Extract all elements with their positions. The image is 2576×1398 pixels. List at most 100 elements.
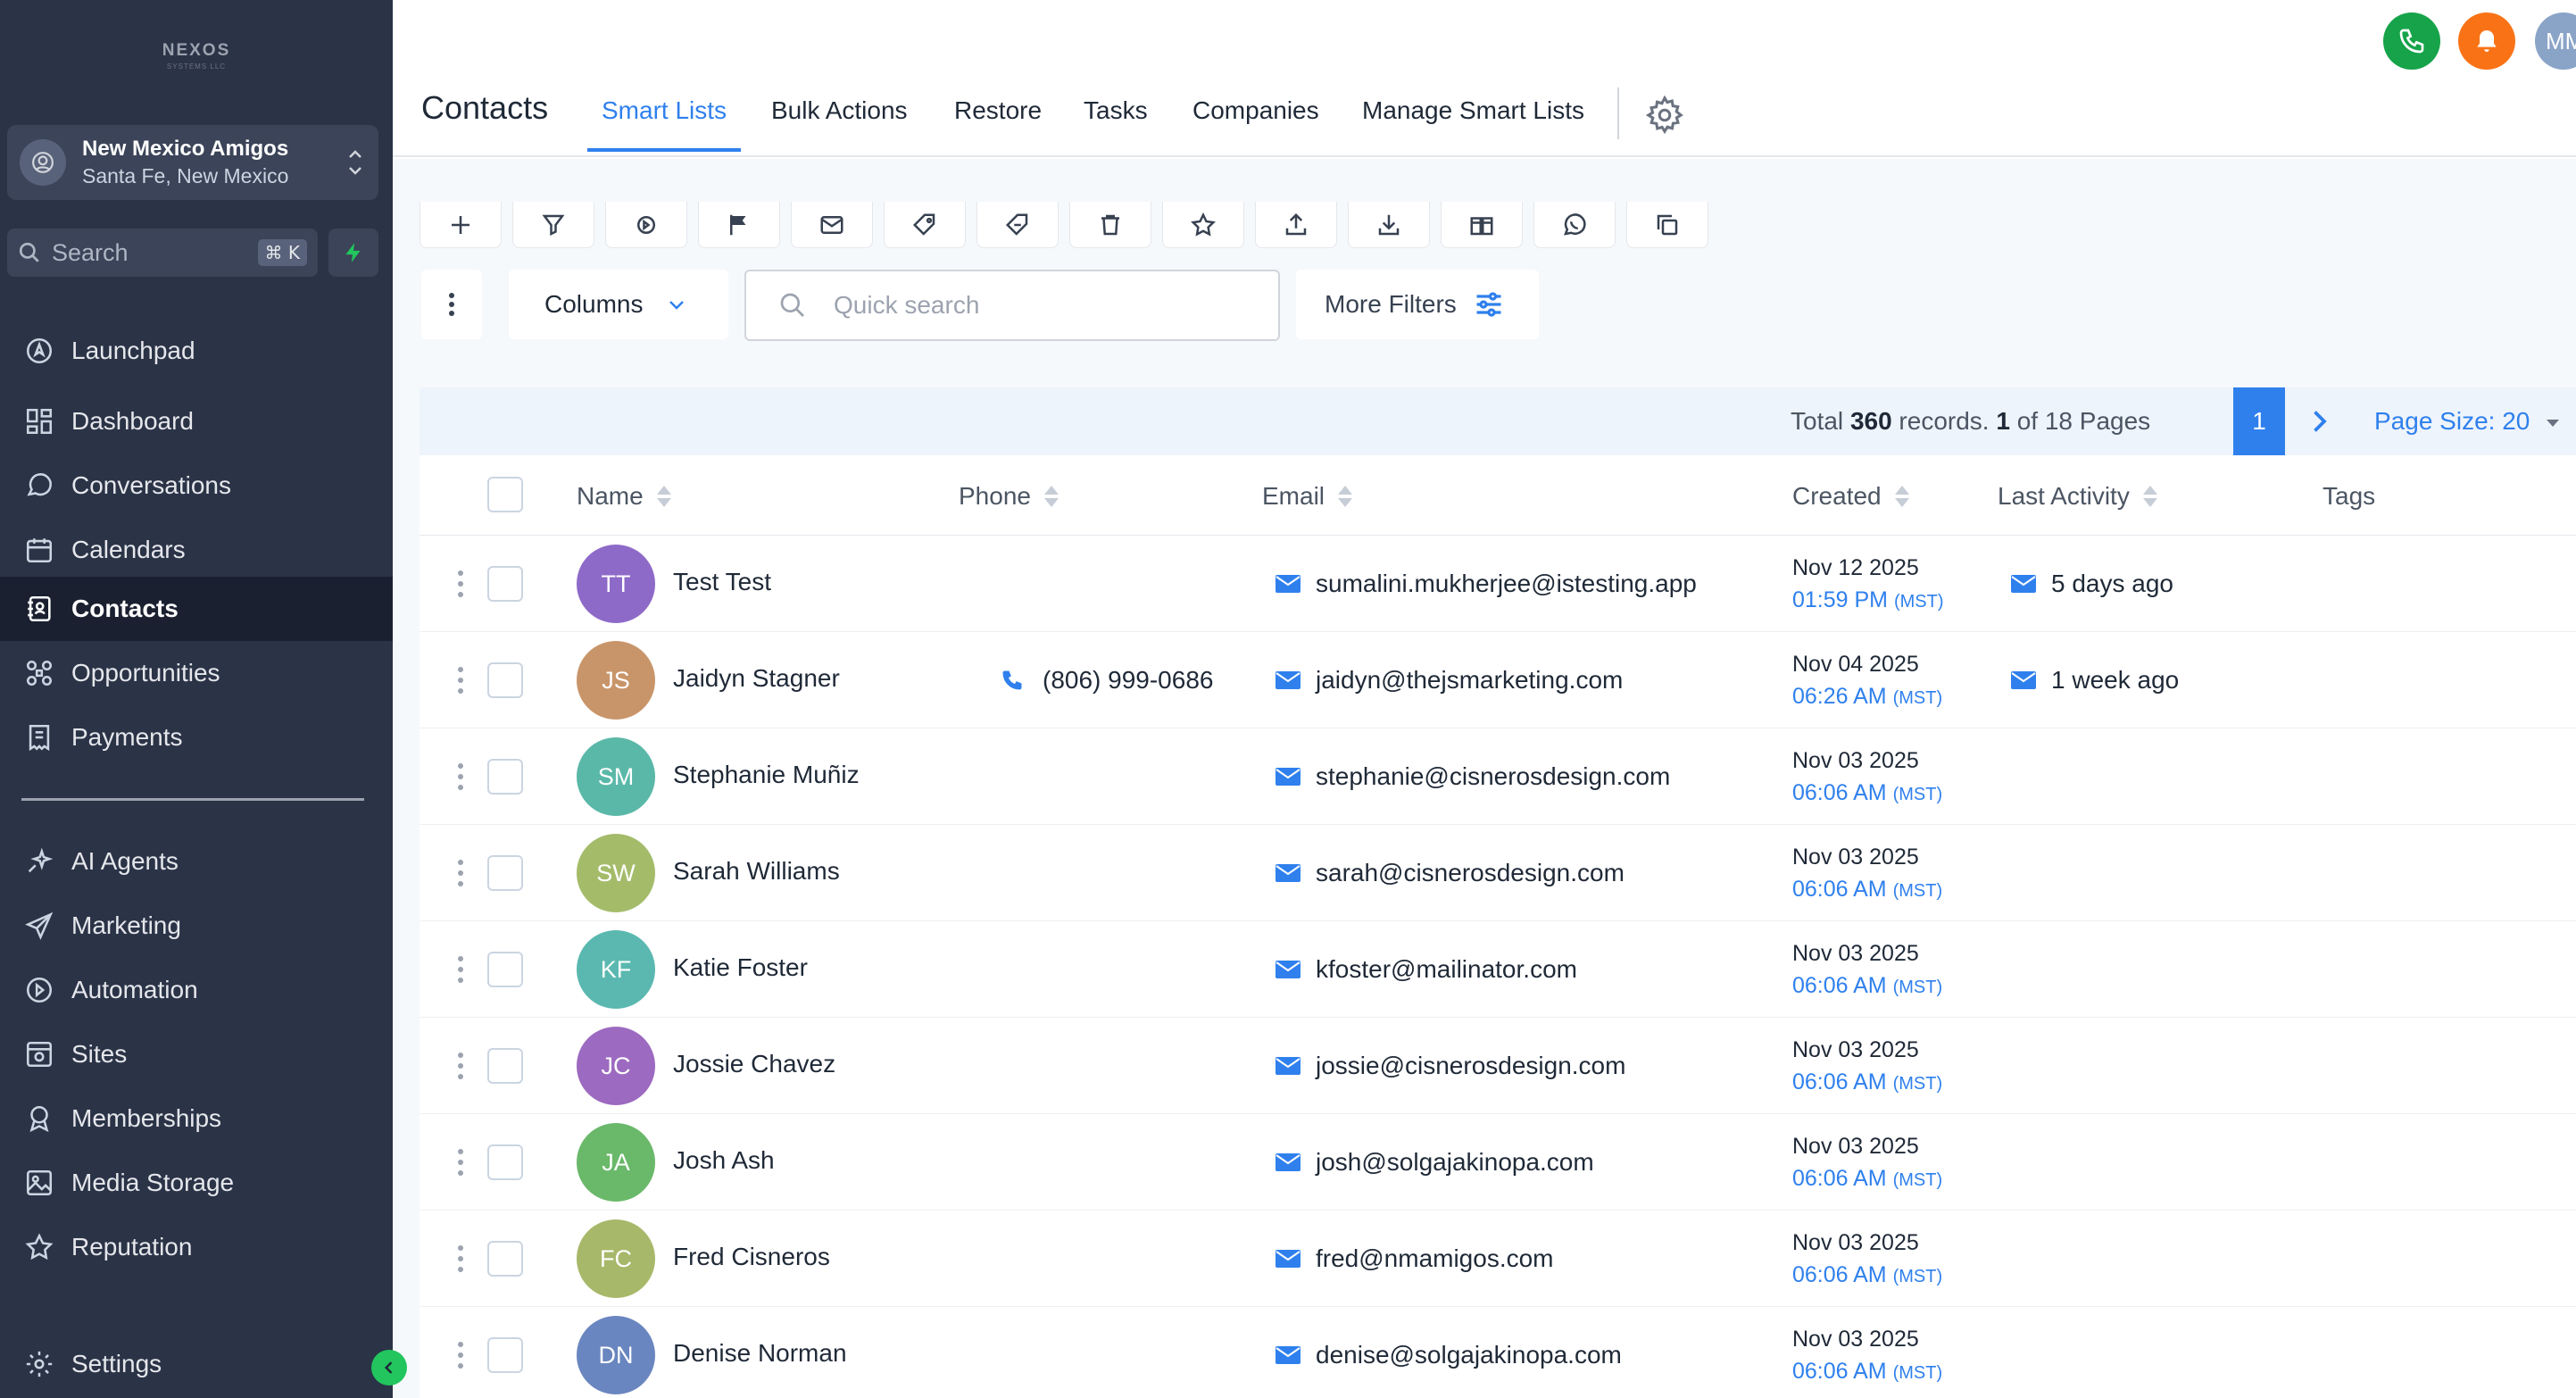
caret-down-icon[interactable]	[2544, 414, 2562, 432]
import-button[interactable]	[1348, 202, 1430, 248]
contact-email[interactable]: sarah@cisnerosdesign.com	[1275, 859, 1625, 887]
contact-name[interactable]: Sarah Williams	[673, 857, 840, 886]
contact-email[interactable]: denise@solgajakinopa.com	[1275, 1341, 1622, 1369]
user-avatar[interactable]: MM	[2535, 12, 2576, 70]
column-header-name[interactable]: Name	[577, 482, 674, 511]
tab-restore[interactable]: Restore	[954, 96, 1042, 152]
row-menu-icon[interactable]	[455, 1243, 466, 1275]
row-checkbox[interactable]	[487, 566, 523, 602]
row-menu-icon[interactable]	[455, 1339, 466, 1371]
nav-item-payments[interactable]: Payments	[0, 705, 393, 770]
row-menu-icon[interactable]	[455, 664, 466, 696]
table-row[interactable]: JA Josh Ash josh@solgajakinopa.com Nov 03 2…	[420, 1114, 2576, 1211]
contact-email[interactable]: jaidyn@thejsmarketing.com	[1275, 666, 1623, 695]
contact-name[interactable]: Katie Foster	[673, 953, 808, 982]
tab-bulk-actions[interactable]: Bulk Actions	[771, 96, 908, 152]
tab-manage-smart-lists[interactable]: Manage Smart Lists	[1362, 96, 1584, 152]
contact-email[interactable]: josh@solgajakinopa.com	[1275, 1148, 1594, 1177]
table-row[interactable]: JS Jaidyn Stagner (806) 999-0686 jaidyn@the…	[420, 632, 2576, 728]
nav-item-settings[interactable]: Settings	[0, 1332, 393, 1396]
more-filters-button[interactable]: More Filters	[1296, 270, 1539, 339]
add-contact-button[interactable]	[420, 202, 502, 248]
add-to-workflow-button[interactable]	[605, 202, 687, 248]
table-row[interactable]: DN Denise Norman denise@solgajakinopa.com N…	[420, 1307, 2576, 1398]
nav-item-contacts[interactable]: Contacts	[0, 577, 393, 641]
tab-smart-lists[interactable]: Smart Lists	[587, 96, 742, 152]
table-row[interactable]: TT Test Test sumalini.mukherjee@istesting.…	[420, 536, 2576, 632]
quick-search-box[interactable]	[744, 270, 1280, 341]
nav-item-launchpad[interactable]: Launchpad	[0, 319, 393, 383]
column-header-email[interactable]: Email	[1262, 482, 1355, 511]
contact-name[interactable]: Stephanie Muñiz	[673, 761, 860, 789]
row-checkbox[interactable]	[487, 855, 523, 891]
quick-action-button[interactable]	[328, 229, 378, 277]
nav-item-ai-agents[interactable]: AI Agents	[0, 829, 393, 894]
row-checkbox[interactable]	[487, 1337, 523, 1373]
row-checkbox[interactable]	[487, 759, 523, 795]
more-options-button[interactable]	[421, 270, 482, 339]
row-checkbox[interactable]	[487, 952, 523, 987]
nav-item-dashboard[interactable]: Dashboard	[0, 389, 393, 454]
row-checkbox[interactable]	[487, 662, 523, 698]
row-menu-icon[interactable]	[455, 1146, 466, 1178]
whatsapp-button[interactable]	[1533, 202, 1616, 248]
phone-button[interactable]	[2383, 12, 2440, 70]
row-checkbox[interactable]	[487, 1144, 523, 1180]
row-menu-icon[interactable]	[455, 953, 466, 986]
row-menu-icon[interactable]	[455, 857, 466, 889]
nav-item-calendars[interactable]: Calendars	[0, 518, 393, 582]
row-checkbox[interactable]	[487, 1241, 523, 1277]
review-request-button[interactable]	[1162, 202, 1244, 248]
tab-tasks[interactable]: Tasks	[1084, 96, 1148, 152]
notifications-button[interactable]	[2458, 12, 2515, 70]
nav-item-media-storage[interactable]: Media Storage	[0, 1151, 393, 1215]
contact-phone[interactable]: (806) 999-0686	[1000, 666, 1213, 695]
add-tag-button[interactable]	[884, 202, 966, 248]
contact-email[interactable]: stephanie@cisnerosdesign.com	[1275, 762, 1670, 791]
page-number-button[interactable]: 1	[2233, 387, 2285, 455]
table-row[interactable]: SW Sarah Williams sarah@cisnerosdesign.com…	[420, 825, 2576, 921]
select-all-checkbox[interactable]	[487, 477, 523, 512]
contact-name[interactable]: Josh Ash	[673, 1146, 775, 1175]
nav-item-conversations[interactable]: Conversations	[0, 454, 393, 518]
contact-email[interactable]: fred@nmamigos.com	[1275, 1244, 1554, 1273]
nav-item-sites[interactable]: Sites	[0, 1022, 393, 1086]
nav-item-marketing[interactable]: Marketing	[0, 894, 393, 958]
tab-companies[interactable]: Companies	[1192, 96, 1319, 152]
contact-email[interactable]: jossie@cisnerosdesign.com	[1275, 1052, 1625, 1080]
contact-name[interactable]: Jaidyn Stagner	[673, 664, 840, 693]
column-header-created[interactable]: Created	[1792, 482, 1912, 511]
chevron-right-icon[interactable]	[2303, 405, 2335, 437]
page-size-select[interactable]: Page Size: 20	[2374, 407, 2530, 436]
copy-button[interactable]	[1626, 202, 1708, 248]
sidebar-search[interactable]: Search ⌘ K	[7, 229, 318, 277]
table-row[interactable]: FC Fred Cisneros fred@nmamigos.com Nov 03 2…	[420, 1211, 2576, 1307]
contact-name[interactable]: Fred Cisneros	[673, 1243, 830, 1271]
merge-button[interactable]	[1441, 202, 1523, 248]
column-header-phone[interactable]: Phone	[959, 482, 1061, 511]
table-row[interactable]: JC Jossie Chavez jossie@cisnerosdesign.com…	[420, 1018, 2576, 1114]
row-menu-icon[interactable]	[455, 568, 466, 600]
nav-item-reputation[interactable]: Reputation	[0, 1215, 393, 1279]
row-checkbox[interactable]	[487, 1048, 523, 1084]
collapse-sidebar-button[interactable]	[371, 1350, 407, 1386]
remove-tag-button[interactable]	[976, 202, 1059, 248]
filter-button[interactable]	[512, 202, 594, 248]
table-row[interactable]: SM Stephanie Muñiz stephanie@cisnerosdesig…	[420, 728, 2576, 825]
gear-icon[interactable]	[1644, 95, 1685, 136]
contact-email[interactable]: sumalini.mukherjee@istesting.app	[1275, 570, 1697, 598]
quick-search-input[interactable]	[834, 291, 1244, 320]
row-menu-icon[interactable]	[455, 1050, 466, 1082]
export-button[interactable]	[1255, 202, 1337, 248]
row-menu-icon[interactable]	[455, 761, 466, 793]
contact-email[interactable]: kfoster@mailinator.com	[1275, 955, 1577, 984]
location-switcher[interactable]: New Mexico Amigos Santa Fe, New Mexico	[7, 125, 378, 200]
contact-name[interactable]: Test Test	[673, 568, 771, 596]
send-email-button[interactable]	[791, 202, 873, 248]
nav-item-memberships[interactable]: Memberships	[0, 1086, 393, 1151]
nav-item-automation[interactable]: Automation	[0, 958, 393, 1022]
contact-name[interactable]: Denise Norman	[673, 1339, 847, 1368]
campaign-button[interactable]	[698, 202, 780, 248]
columns-dropdown[interactable]: Columns	[509, 270, 728, 339]
table-row[interactable]: KF Katie Foster kfoster@mailinator.com Nov …	[420, 921, 2576, 1018]
